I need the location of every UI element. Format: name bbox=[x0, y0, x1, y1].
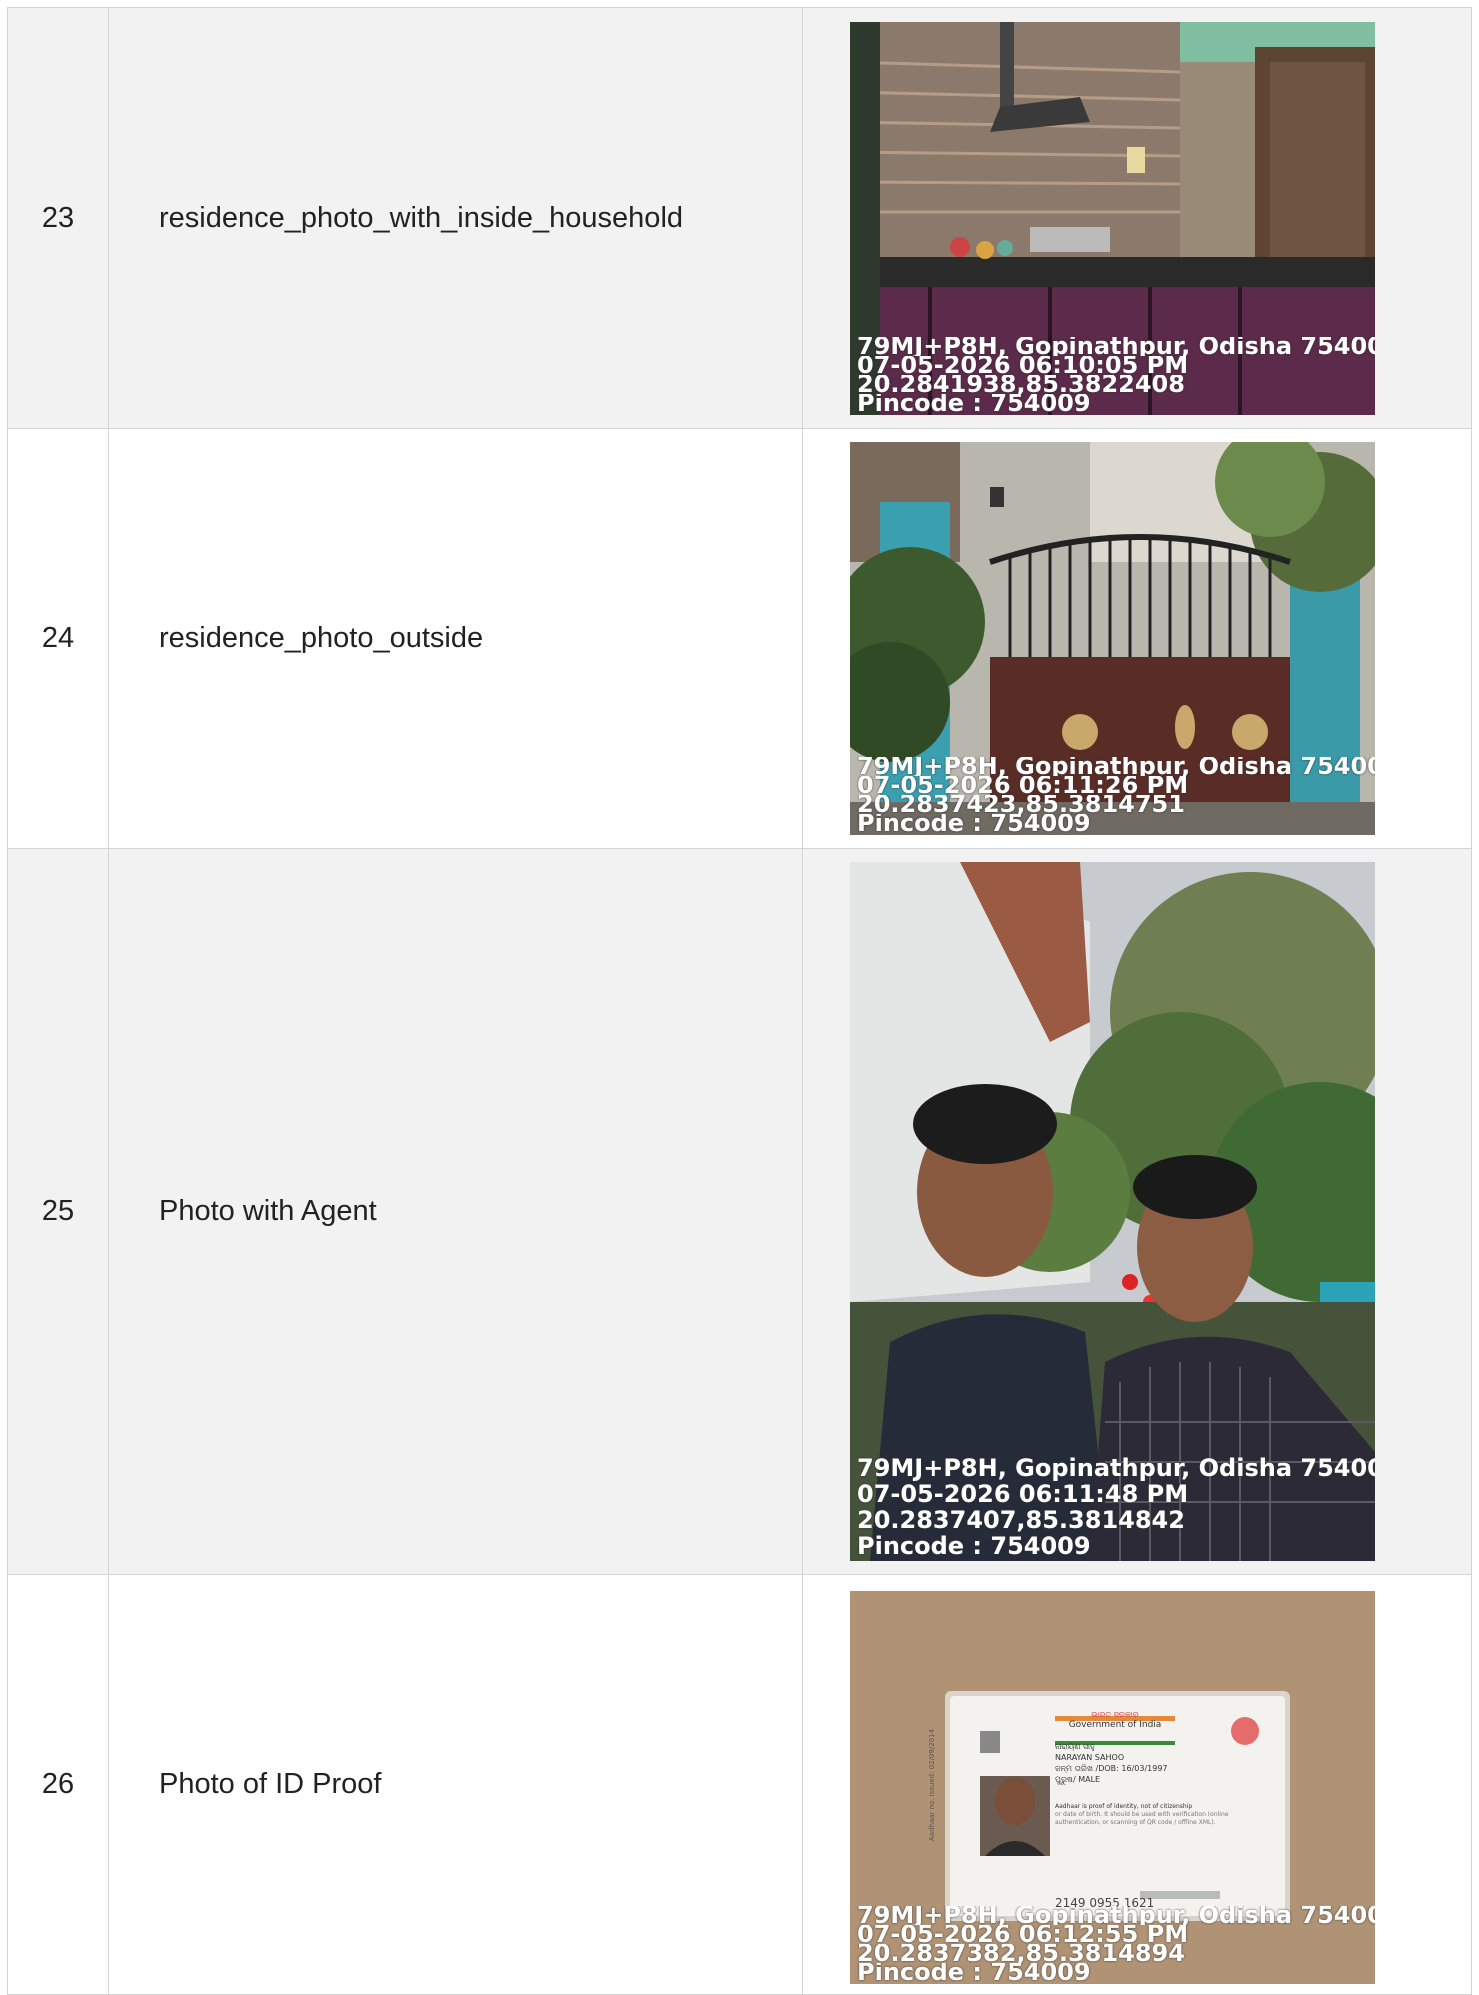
photo-cell: 79MJ+P8H, Gopinathpur, Odisha 754009, In… bbox=[802, 848, 1472, 1575]
stamp-address: 79MJ+P8H, Gopinathpur, Odisha 754009, In… bbox=[857, 1455, 1375, 1481]
stamp-pincode: Pincode : 754009 bbox=[857, 814, 1091, 833]
row-number: 26 bbox=[7, 1574, 109, 1995]
geo-stamp: 79MJ+P8H, Gopinathpur, Odisha 754009, In… bbox=[857, 757, 1375, 833]
geo-stamp: 79MJ+P8H, Gopinathpur, Odisha 754009, In… bbox=[857, 1455, 1375, 1559]
table-row: 26 Photo of ID Proof ଭାରତ ସରକାର Governme… bbox=[7, 1574, 1472, 1995]
stamp-timestamp: 07-05-2026 06:10:05 PM bbox=[857, 355, 1189, 375]
stamp-timestamp: 07-05-2026 06:11:48 PM bbox=[857, 1481, 1189, 1507]
id-disclaimer: Aadhaar is proof of identity, not of cit… bbox=[1055, 1803, 1193, 1810]
stamp-address: 79MJ+P8H, Gopinathpur, Odisha 754009, In… bbox=[857, 757, 1375, 776]
id-gender: ପୁରୁଷ/ MALE bbox=[1055, 1775, 1101, 1784]
id-name-native: ନାରାୟଣ ସାହୁ bbox=[1055, 1742, 1095, 1751]
photo-cell: ଭାରତ ସରକାର Government of India ନାରାୟଣ ସା… bbox=[802, 1574, 1472, 1995]
photo-cell: 79MJ+P8H, Gopinathpur, Odisha 754009, In… bbox=[802, 7, 1472, 429]
id-disclaimer: or date of birth. It should be used with… bbox=[1055, 1811, 1229, 1818]
table-row: 24 residence_photo_outside 79MJ+P8H, Gop… bbox=[7, 428, 1472, 849]
photo-cell: 79MJ+P8H, Gopinathpur, Odisha 754009, In… bbox=[802, 428, 1472, 849]
kitchen-photo[interactable]: 79MJ+P8H, Gopinathpur, Odisha 754009, In… bbox=[850, 21, 1375, 415]
stamp-address: 79MJ+P8H, Gopinathpur, Odisha 754009, In… bbox=[857, 1906, 1375, 1925]
stamp-timestamp: 07-05-2026 06:11:26 PM bbox=[857, 776, 1189, 795]
selfie-photo[interactable]: 79MJ+P8H, Gopinathpur, Odisha 754009, In… bbox=[850, 862, 1375, 1561]
row-number: 24 bbox=[7, 428, 109, 849]
photo-evidence-table: 23 residence_photo_with_inside_household bbox=[7, 7, 1472, 1995]
id-dob: ଜନ୍ମ ତାରିଖ /DOB: 16/03/1997 bbox=[1055, 1764, 1168, 1773]
id-card-photo[interactable]: ଭାରତ ସରକାର Government of India ନାରାୟଣ ସା… bbox=[850, 1591, 1375, 1984]
stamp-coordinates: 20.2837407,85.3814842 bbox=[857, 1507, 1185, 1533]
geo-stamp: 79MJ+P8H, Gopinathpur, Odisha 754009, In… bbox=[857, 1906, 1375, 1982]
row-number: 23 bbox=[7, 7, 109, 429]
id-name: NARAYAN SAHOO bbox=[1055, 1753, 1125, 1762]
table-row: 23 residence_photo_with_inside_household bbox=[7, 7, 1472, 429]
stamp-pincode: Pincode : 754009 bbox=[857, 1533, 1091, 1559]
id-header-native: ଭାରତ ସରକାର bbox=[1091, 1710, 1139, 1719]
stamp-pincode: Pincode : 754009 bbox=[857, 393, 1091, 413]
id-disclaimer: authentication, or scanning of QR code /… bbox=[1055, 1819, 1216, 1826]
stamp-address: 79MJ+P8H, Gopinathpur, Odisha 754009, In… bbox=[857, 336, 1375, 356]
geo-stamp: 79MJ+P8H, Gopinathpur, Odisha 754009, In… bbox=[857, 337, 1375, 413]
stamp-pincode: Pincode : 754009 bbox=[857, 1963, 1091, 1982]
row-label: residence_photo_with_inside_household bbox=[108, 7, 803, 429]
id-header: Government of India bbox=[1068, 1720, 1162, 1730]
row-label: Photo with Agent bbox=[108, 848, 803, 1575]
stamp-coordinates: 20.2837423,85.3814751 bbox=[857, 795, 1185, 814]
row-number: 25 bbox=[7, 848, 109, 1575]
stamp-coordinates: 20.2841938,85.3822408 bbox=[857, 374, 1185, 394]
gate-photo[interactable]: 79MJ+P8H, Gopinathpur, Odisha 754009, In… bbox=[850, 442, 1375, 835]
id-side-text: Aadhaar no. issued: 02/09/2014 bbox=[928, 1728, 936, 1841]
stamp-timestamp: 07-05-2026 06:12:55 PM bbox=[857, 1925, 1189, 1944]
table-row: 25 Photo with Agent 79MJ+P8H, Gopinathpu… bbox=[7, 848, 1472, 1575]
row-label: residence_photo_outside bbox=[108, 428, 803, 849]
stamp-coordinates: 20.2837382,85.3814894 bbox=[857, 1944, 1185, 1963]
row-label: Photo of ID Proof bbox=[108, 1574, 803, 1995]
id-card-text: ଭାରତ ସରକାର Government of India ନାରାୟଣ ସା… bbox=[1055, 1709, 1285, 1827]
